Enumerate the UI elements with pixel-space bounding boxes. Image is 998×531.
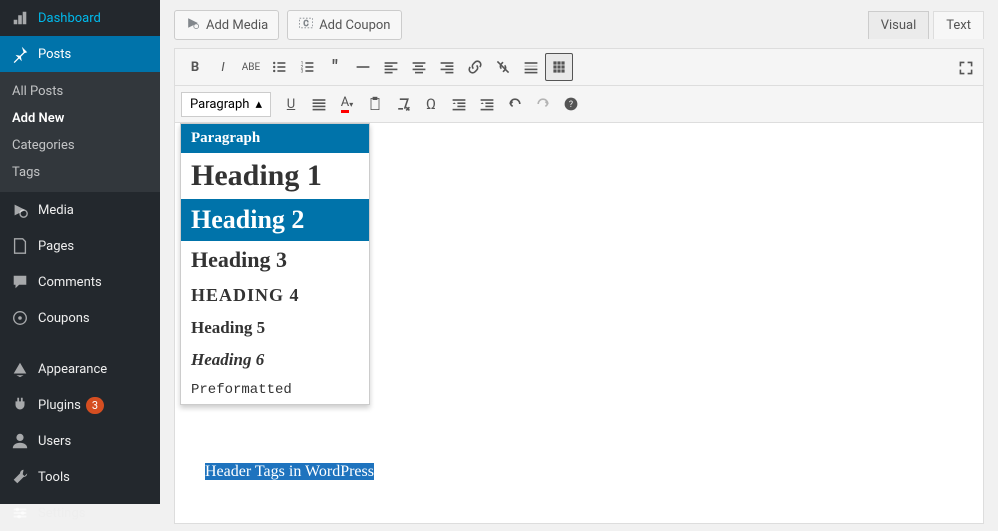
clear-formatting-button[interactable] <box>389 90 417 118</box>
sidebar-label: Dashboard <box>38 11 101 26</box>
dashboard-icon <box>10 8 30 28</box>
submenu-tags[interactable]: Tags <box>0 159 160 186</box>
svg-text:?: ? <box>569 100 573 110</box>
align-center-button[interactable] <box>405 53 433 81</box>
coupon-dashed-icon: C <box>298 15 314 35</box>
sidebar-item-plugins[interactable]: Plugins 3 <box>0 387 160 423</box>
toolbar-toggle-button[interactable] <box>545 53 573 81</box>
sidebar-item-settings[interactable]: Settings <box>0 495 160 531</box>
format-option-h3[interactable]: Heading 3 <box>181 241 369 279</box>
page-icon <box>10 236 30 256</box>
fullscreen-button[interactable] <box>952 54 980 82</box>
sidebar-item-comments[interactable]: Comments <box>0 264 160 300</box>
indent-button[interactable] <box>473 90 501 118</box>
user-icon <box>10 431 30 451</box>
camera-icon <box>185 15 201 35</box>
add-coupon-label: Add Coupon <box>319 18 390 33</box>
coupon-icon <box>10 308 30 328</box>
strikethrough-button[interactable]: ABE <box>237 53 265 81</box>
sidebar-label: Coupons <box>38 311 90 326</box>
sidebar-item-users[interactable]: Users <box>0 423 160 459</box>
sidebar-label: Comments <box>38 275 102 290</box>
format-dropdown-button[interactable]: Paragraph ▴ <box>181 92 271 117</box>
insert-more-button[interactable] <box>517 53 545 81</box>
selected-text: Header Tags in WordPress <box>205 463 374 480</box>
link-button[interactable] <box>461 53 489 81</box>
help-button[interactable]: ? <box>557 90 585 118</box>
format-option-h4[interactable]: Heading 4 <box>181 279 369 312</box>
sidebar-label: Media <box>38 203 74 218</box>
tab-text[interactable]: Text <box>933 11 984 39</box>
sidebar-item-pages[interactable]: Pages <box>0 228 160 264</box>
toolbar-row-2: Paragraph ▴ U A▾ Ω ? <box>175 86 983 123</box>
sidebar-label: Appearance <box>38 362 107 377</box>
add-media-button[interactable]: Add Media <box>174 10 279 40</box>
sidebar-label: Plugins <box>38 398 81 413</box>
sidebar-item-appearance[interactable]: Appearance <box>0 351 160 387</box>
sidebar-label: Posts <box>38 47 71 62</box>
format-option-h6[interactable]: Heading 6 <box>181 344 369 376</box>
sidebar-item-posts[interactable]: Posts <box>0 36 160 72</box>
sidebar-item-media[interactable]: Media <box>0 192 160 228</box>
add-coupon-button[interactable]: C Add Coupon <box>287 10 401 40</box>
outdent-button[interactable] <box>445 90 473 118</box>
align-left-button[interactable] <box>377 53 405 81</box>
numbered-list-button[interactable]: 123 <box>293 53 321 81</box>
toolbar-row-1: B I ABE 123 " <box>175 49 983 86</box>
svg-text:C: C <box>304 19 309 28</box>
hr-button[interactable] <box>349 53 377 81</box>
sidebar-item-dashboard[interactable]: Dashboard <box>0 0 160 36</box>
format-option-h1[interactable]: Heading 1 <box>181 153 369 199</box>
media-toolbar: Add Media C Add Coupon Visual Text <box>174 10 984 40</box>
comment-icon <box>10 272 30 292</box>
sidebar-item-tools[interactable]: Tools <box>0 459 160 495</box>
blockquote-button[interactable]: " <box>321 53 349 81</box>
editor-text[interactable]: Header Tags in WordPress <box>205 463 374 481</box>
format-option-pre[interactable]: Preformatted <box>181 376 369 404</box>
media-icon <box>10 200 30 220</box>
format-selected-label: Paragraph <box>190 97 249 112</box>
text-color-button[interactable]: A▾ <box>333 90 361 118</box>
redo-button[interactable] <box>529 90 557 118</box>
pin-icon <box>10 44 30 64</box>
editor-content[interactable]: Paragraph Heading 1 Heading 2 Heading 3 … <box>175 123 983 523</box>
format-dropdown-menu: Paragraph Heading 1 Heading 2 Heading 3 … <box>180 123 370 405</box>
posts-submenu: All Posts Add New Categories Tags <box>0 72 160 192</box>
paste-text-button[interactable] <box>361 90 389 118</box>
submenu-all-posts[interactable]: All Posts <box>0 78 160 105</box>
plugin-icon <box>10 395 30 415</box>
sidebar-label: Users <box>38 434 71 449</box>
unlink-button[interactable] <box>489 53 517 81</box>
svg-text:3: 3 <box>301 69 304 75</box>
add-media-label: Add Media <box>206 18 268 33</box>
plugins-badge: 3 <box>86 397 104 414</box>
underline-button[interactable]: U <box>277 90 305 118</box>
format-option-h5[interactable]: Heading 5 <box>181 312 369 344</box>
editor-tabs: Visual Text <box>868 11 984 39</box>
italic-button[interactable]: I <box>209 53 237 81</box>
special-char-button[interactable]: Ω <box>417 90 445 118</box>
bullet-list-button[interactable] <box>265 53 293 81</box>
bold-button[interactable]: B <box>181 53 209 81</box>
tab-visual[interactable]: Visual <box>868 11 930 39</box>
editor-area: Add Media C Add Coupon Visual Text B I A… <box>160 0 998 504</box>
sidebar-label: Tools <box>38 470 70 485</box>
tinymce-editor: B I ABE 123 " Paragraph ▴ U A▾ <box>174 48 984 524</box>
format-option-h2[interactable]: Heading 2 <box>181 199 369 241</box>
appearance-icon <box>10 359 30 379</box>
undo-button[interactable] <box>501 90 529 118</box>
settings-icon <box>10 503 30 523</box>
tools-icon <box>10 467 30 487</box>
chevron-up-icon: ▴ <box>255 97 262 112</box>
sidebar-item-coupons[interactable]: Coupons <box>0 300 160 336</box>
admin-sidebar: Dashboard Posts All Posts Add New Catego… <box>0 0 160 504</box>
format-option-paragraph[interactable]: Paragraph <box>181 124 369 153</box>
sidebar-label: Settings <box>38 506 85 521</box>
sidebar-label: Pages <box>38 239 74 254</box>
submenu-categories[interactable]: Categories <box>0 132 160 159</box>
align-right-button[interactable] <box>433 53 461 81</box>
justify-button[interactable] <box>305 90 333 118</box>
submenu-add-new[interactable]: Add New <box>0 105 160 132</box>
